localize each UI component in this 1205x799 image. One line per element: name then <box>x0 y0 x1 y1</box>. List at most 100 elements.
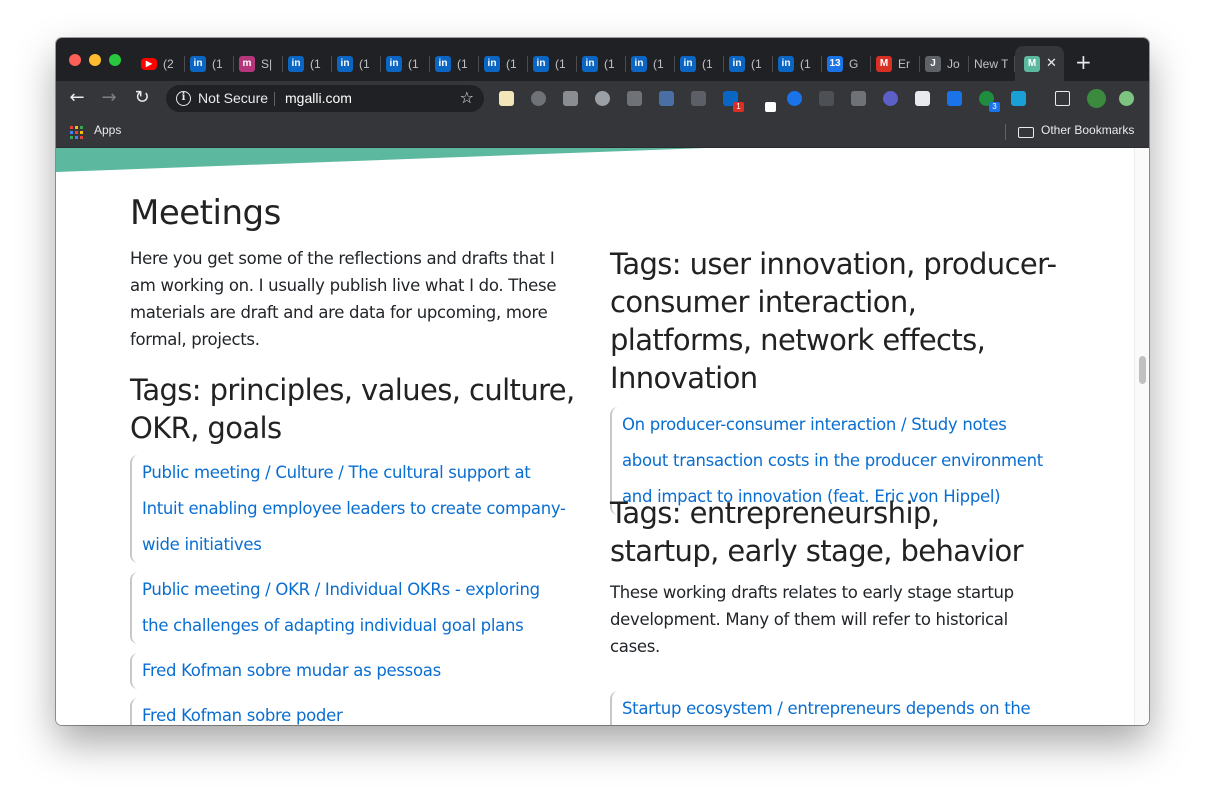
browser-tab[interactable]: in (1 <box>381 46 430 81</box>
cast-icon[interactable] <box>1055 91 1070 106</box>
linkedin-icon: in <box>386 55 402 72</box>
linkedin-icon: in <box>778 55 794 72</box>
reload-icon[interactable]: ↻ <box>131 87 153 109</box>
profile-avatar[interactable] <box>1087 89 1106 108</box>
calendar-icon: 13 <box>827 55 843 72</box>
browser-tab[interactable]: in (1 <box>626 46 675 81</box>
browser-tab[interactable]: M Er <box>871 46 920 81</box>
tab-title: (1 <box>800 56 811 71</box>
security-label: Not Secure <box>198 90 269 106</box>
tab-title: (1 <box>457 56 468 71</box>
meeting-link[interactable]: Fred Kofman sobre poder <box>142 698 570 725</box>
notes-extension-icon[interactable] <box>499 91 514 106</box>
browser-tab[interactable]: in (1 <box>724 46 773 81</box>
tab-title: (1 <box>408 56 419 71</box>
tab-title: G <box>849 56 859 71</box>
extension-badge <box>765 102 776 112</box>
meeting-link[interactable]: Public meeting / Culture / The cultural … <box>142 455 570 563</box>
tab-title: S| <box>261 56 273 71</box>
drive-extension-icon[interactable] <box>563 91 578 106</box>
folder-icon <box>1018 127 1034 138</box>
page-title: Meetings <box>130 193 281 233</box>
section-heading-innovation: Tags: user innovation, producer-consumer… <box>610 247 1057 395</box>
browser-tab[interactable]: in (1 <box>430 46 479 81</box>
browser-tab[interactable]: in (1 <box>675 46 724 81</box>
url-text[interactable]: mgalli.com <box>285 90 352 106</box>
plus-extension-icon[interactable] <box>915 91 930 106</box>
other-bookmarks[interactable]: Other Bookmarks <box>1041 123 1134 137</box>
vertical-scrollbar[interactable] <box>1134 148 1149 725</box>
tab-title: (1 <box>359 56 370 71</box>
browser-tab[interactable]: in (1 <box>577 46 626 81</box>
meeting-link[interactable]: Startup ecosystem / entrepreneurs depend… <box>622 691 1055 725</box>
dropbox-extension-icon[interactable] <box>627 91 642 106</box>
tab-title: Er <box>898 56 910 71</box>
arrow-extension-icon[interactable] <box>883 91 898 106</box>
apps-bookmark[interactable]: Apps <box>94 123 121 137</box>
amazon-extension-icon[interactable] <box>659 91 674 106</box>
active-tab[interactable]: M ✕ <box>1015 46 1064 81</box>
list-item: Startup ecosystem / entrepreneurs depend… <box>610 691 1055 725</box>
browser-window: ▶ (2 in (1 m S| in (1 in (1 in (1 in (1 in (1 in (1 in (1 in… <box>56 38 1149 725</box>
browser-tab[interactable]: New T <box>969 46 1015 81</box>
scrollbar-thumb[interactable] <box>1139 356 1146 384</box>
minimize-window-button[interactable] <box>89 54 101 66</box>
move-extension-icon[interactable] <box>851 91 866 106</box>
tab-title: (2 <box>163 56 174 71</box>
chat-extension-icon[interactable]: 3 <box>979 91 1000 112</box>
tab-strip: ▶ (2 in (1 m S| in (1 in (1 in (1 in (1 in (1 in (1 in (1 in… <box>56 38 1149 81</box>
rocket-extension-icon[interactable] <box>691 91 706 106</box>
back-icon[interactable]: ← <box>66 87 88 109</box>
browser-tab[interactable]: 13 G <box>822 46 871 81</box>
zoom-window-button[interactable] <box>109 54 121 66</box>
j-icon: J <box>925 55 941 72</box>
meeting-link[interactable]: Public meeting / OKR / Individual OKRs -… <box>142 572 570 644</box>
tab-title: Jo <box>947 56 960 71</box>
linkedin-icon: in <box>337 55 353 72</box>
extension-badge: 3 <box>989 102 1000 112</box>
list-item: Fred Kofman sobre poder <box>130 698 570 725</box>
lightbulb-extension-icon[interactable] <box>531 91 546 106</box>
tab-title: (1 <box>506 56 517 71</box>
browser-tab[interactable]: in (1 <box>528 46 577 81</box>
intro-text: Here you get some of the reflections and… <box>130 249 557 349</box>
close-window-button[interactable] <box>69 54 81 66</box>
forward-icon[interactable]: → <box>98 87 120 109</box>
bookmarks-divider <box>1005 124 1006 140</box>
browser-tab[interactable]: J Jo <box>920 46 969 81</box>
browser-tab[interactable]: in (1 <box>185 46 234 81</box>
section-heading-entrepreneurship: Tags: entrepreneurship, startup, early s… <box>610 496 1024 568</box>
tab-title: (1 <box>653 56 664 71</box>
extension-badge: 1 <box>733 102 744 112</box>
bookmark-extension-icon[interactable] <box>787 91 802 106</box>
browser-tab[interactable]: in (1 <box>479 46 528 81</box>
update-icon[interactable] <box>1119 91 1134 106</box>
list-item: Fred Kofman sobre mudar as pessoas <box>130 653 570 689</box>
tab-list: ▶ (2 in (1 m S| in (1 in (1 in (1 in (1 in (1 in (1 in (1 in… <box>136 46 1064 81</box>
tab-title: (1 <box>751 56 762 71</box>
share-extension-icon[interactable] <box>1011 91 1026 106</box>
target-extension-icon[interactable] <box>595 91 610 106</box>
close-tab-icon[interactable]: ✕ <box>1046 56 1057 71</box>
meeting-link[interactable]: Fred Kofman sobre mudar as pessoas <box>142 653 570 689</box>
linkedin-extension-icon[interactable]: 1 <box>723 91 744 112</box>
tab-title: (1 <box>310 56 321 71</box>
info-icon[interactable]: i <box>176 91 191 106</box>
bookmarks-bar: Apps Other Bookmarks <box>56 116 1149 148</box>
apps-grid-icon[interactable] <box>70 126 83 139</box>
browser-toolbar: ← → ↻ i Not Secure mgalli.com ☆ 1 3 <box>56 81 1149 116</box>
browser-tab[interactable]: m S| <box>234 46 283 81</box>
new-tab-button[interactable]: + <box>1075 52 1092 72</box>
tab-title: (1 <box>604 56 615 71</box>
linkedin-icon: in <box>533 55 549 72</box>
bookmark-star-icon[interactable]: ☆ <box>460 88 474 107</box>
pen-extension-icon[interactable] <box>755 91 776 112</box>
browser-tab[interactable]: in (1 <box>773 46 822 81</box>
browser-tab[interactable]: ▶ (2 <box>136 46 185 81</box>
browser-tab[interactable]: in (1 <box>283 46 332 81</box>
address-bar[interactable]: i Not Secure mgalli.com ☆ <box>166 85 484 112</box>
qr-extension-icon[interactable] <box>819 91 834 106</box>
browser-tab[interactable]: in (1 <box>332 46 381 81</box>
linkedin-icon: in <box>190 55 206 72</box>
expand-extension-icon[interactable] <box>947 91 962 106</box>
